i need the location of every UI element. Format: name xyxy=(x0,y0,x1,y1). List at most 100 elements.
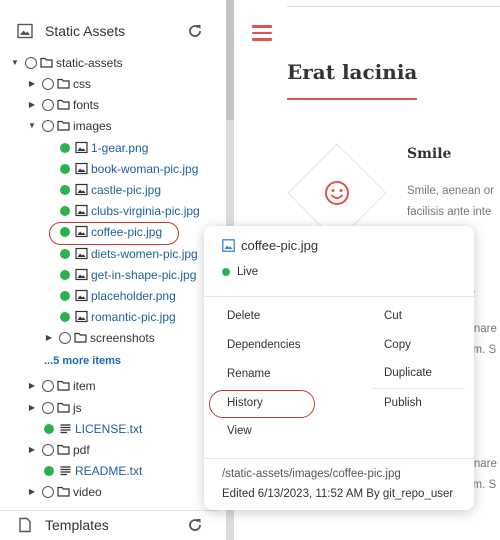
tree-item-label: fonts xyxy=(73,97,100,112)
publish-menu-item[interactable]: Publish xyxy=(384,397,422,409)
divider xyxy=(204,458,474,459)
cut-menu-item[interactable]: Cut xyxy=(384,310,402,322)
view-menu-item[interactable]: View xyxy=(227,425,252,437)
folder-icon xyxy=(40,57,53,68)
live-status-dot xyxy=(60,290,70,301)
chevron-right-icon[interactable]: ▶ xyxy=(43,332,55,344)
tree-item-clubs-virginia-pic-jpg[interactable]: clubs-virginia-pic.jpg xyxy=(60,200,200,221)
feature-text-line: Smile, aenean or xyxy=(407,185,494,197)
popover-file-path: /static-assets/images/coffee-pic.jpg xyxy=(222,468,401,480)
chevron-down-icon[interactable]: ▼ xyxy=(9,57,21,69)
live-status-dot xyxy=(60,311,70,322)
live-status-dot xyxy=(60,269,70,280)
tree-item-get-in-shape-pic-jpg[interactable]: get-in-shape-pic.jpg xyxy=(60,264,196,285)
tree-item-diets-women-pic-jpg[interactable]: diets-women-pic.jpg xyxy=(60,243,198,264)
refresh-icon[interactable] xyxy=(186,516,204,534)
popover-status: Live xyxy=(222,266,258,278)
tree-item-1-gear-png[interactable]: 1-gear.png xyxy=(60,137,148,158)
item-context-menu: coffee-pic.jpg Live Delete Dependencies … xyxy=(204,226,474,510)
select-radio[interactable] xyxy=(42,77,54,90)
templates-header[interactable]: Templates xyxy=(0,510,218,540)
refresh-icon[interactable] xyxy=(186,22,204,40)
feature-text: Smile, aenean or facilisis ante inte xyxy=(407,181,500,223)
chevron-down-icon[interactable]: ▼ xyxy=(26,120,38,132)
tree-item-label: romantic-pic.jpg xyxy=(91,309,176,324)
select-radio[interactable] xyxy=(42,98,54,111)
select-radio[interactable] xyxy=(25,56,37,69)
tree-item-label: README.txt xyxy=(75,463,143,478)
tree-item-label: clubs-virginia-pic.jpg xyxy=(91,203,200,218)
image-file-icon xyxy=(75,289,88,302)
live-status-dot xyxy=(44,465,54,476)
divider xyxy=(372,388,465,389)
tree-item-label: video xyxy=(73,484,102,499)
tree-item-castle-pic-jpg[interactable]: castle-pic.jpg xyxy=(60,179,161,200)
tree-item-label: js xyxy=(73,400,82,415)
feature-text-line: facilisis ante inte xyxy=(407,206,492,218)
select-radio[interactable] xyxy=(59,331,71,344)
divider xyxy=(204,296,474,297)
tree-item-screenshots[interactable]: ▶ screenshots xyxy=(43,327,155,348)
chevron-right-icon[interactable]: ▶ xyxy=(26,444,38,456)
tree-item-romantic-pic-jpg[interactable]: romantic-pic.jpg xyxy=(60,306,176,327)
tree-item-label: castle-pic.jpg xyxy=(91,182,162,197)
select-radio[interactable] xyxy=(42,443,54,456)
chevron-right-icon[interactable]: ▶ xyxy=(26,78,38,90)
tree-item-readme-txt[interactable]: README.txt xyxy=(44,460,142,481)
more-items-link[interactable]: ...5 more items xyxy=(44,350,121,371)
tree-item-label: images xyxy=(73,118,112,133)
tree-item-label: book-woman-pic.jpg xyxy=(91,161,199,176)
rename-menu-item[interactable]: Rename xyxy=(227,368,270,380)
select-radio[interactable] xyxy=(42,485,54,498)
chevron-right-icon[interactable]: ▶ xyxy=(26,380,38,392)
select-radio[interactable] xyxy=(42,119,54,132)
dependencies-menu-item[interactable]: Dependencies xyxy=(227,339,301,351)
tree-item-label: diets-women-pic.jpg xyxy=(91,246,198,261)
sidebar: Static Assets ▼ static-assets ▶ css ▶ fonts ▼ i… xyxy=(0,0,218,540)
select-radio[interactable] xyxy=(42,401,54,414)
hamburger-icon[interactable] xyxy=(252,25,272,41)
chevron-right-icon[interactable]: ▶ xyxy=(26,99,38,111)
tree-item-label: ...5 more items xyxy=(44,354,122,367)
tree-item-js[interactable]: ▶ js xyxy=(26,397,82,418)
templates-title: Templates xyxy=(45,517,109,533)
live-status-dot xyxy=(60,163,70,174)
folder-icon xyxy=(57,444,70,455)
live-status-dot xyxy=(60,184,70,195)
tree-item-item[interactable]: ▶ item xyxy=(26,375,96,396)
folder-icon xyxy=(74,332,87,343)
history-menu-item[interactable]: History xyxy=(227,397,263,409)
folder-icon xyxy=(57,486,70,497)
tree-item-book-woman-pic-jpg[interactable]: book-woman-pic.jpg xyxy=(60,158,198,179)
smile-icon xyxy=(325,181,349,205)
copy-menu-item[interactable]: Copy xyxy=(384,339,411,351)
tree-item-placeholder-png[interactable]: placeholder.png xyxy=(60,285,176,306)
popover-file: coffee-pic.jpg xyxy=(222,238,318,253)
tree-item-video[interactable]: ▶ video xyxy=(26,481,102,502)
text-file-icon xyxy=(60,424,71,434)
tree-item-license-txt[interactable]: LICENSE.txt xyxy=(44,418,142,439)
folder-icon xyxy=(57,120,70,131)
text-file-icon xyxy=(60,466,71,476)
chevron-right-icon[interactable]: ▶ xyxy=(26,402,38,414)
text-fragment: rnare xyxy=(470,458,497,470)
sidebar-scrollbar-thumb[interactable] xyxy=(226,0,234,120)
tree-item-label: static-assets xyxy=(56,55,123,70)
select-radio[interactable] xyxy=(42,379,54,392)
image-file-icon xyxy=(75,204,88,217)
tree-item-images[interactable]: ▼ images xyxy=(26,115,112,136)
duplicate-menu-item[interactable]: Duplicate xyxy=(384,367,432,379)
tree-item-pdf[interactable]: ▶ pdf xyxy=(26,439,90,460)
tree-item-label: get-in-shape-pic.jpg xyxy=(91,267,197,282)
tree-item-static-assets[interactable]: ▼ static-assets xyxy=(9,52,123,73)
static-assets-header[interactable]: Static Assets xyxy=(0,16,218,46)
chevron-right-icon[interactable]: ▶ xyxy=(26,486,38,498)
delete-menu-item[interactable]: Delete xyxy=(227,310,260,322)
image-file-icon xyxy=(222,239,235,252)
page-title: Erat lacinia xyxy=(287,60,418,84)
tree-item-label: 1-gear.png xyxy=(91,140,149,155)
tree-item-css[interactable]: ▶ css xyxy=(26,73,91,94)
static-assets-title: Static Assets xyxy=(45,23,126,39)
template-icon xyxy=(19,517,31,533)
tree-item-fonts[interactable]: ▶ fonts xyxy=(26,94,99,115)
